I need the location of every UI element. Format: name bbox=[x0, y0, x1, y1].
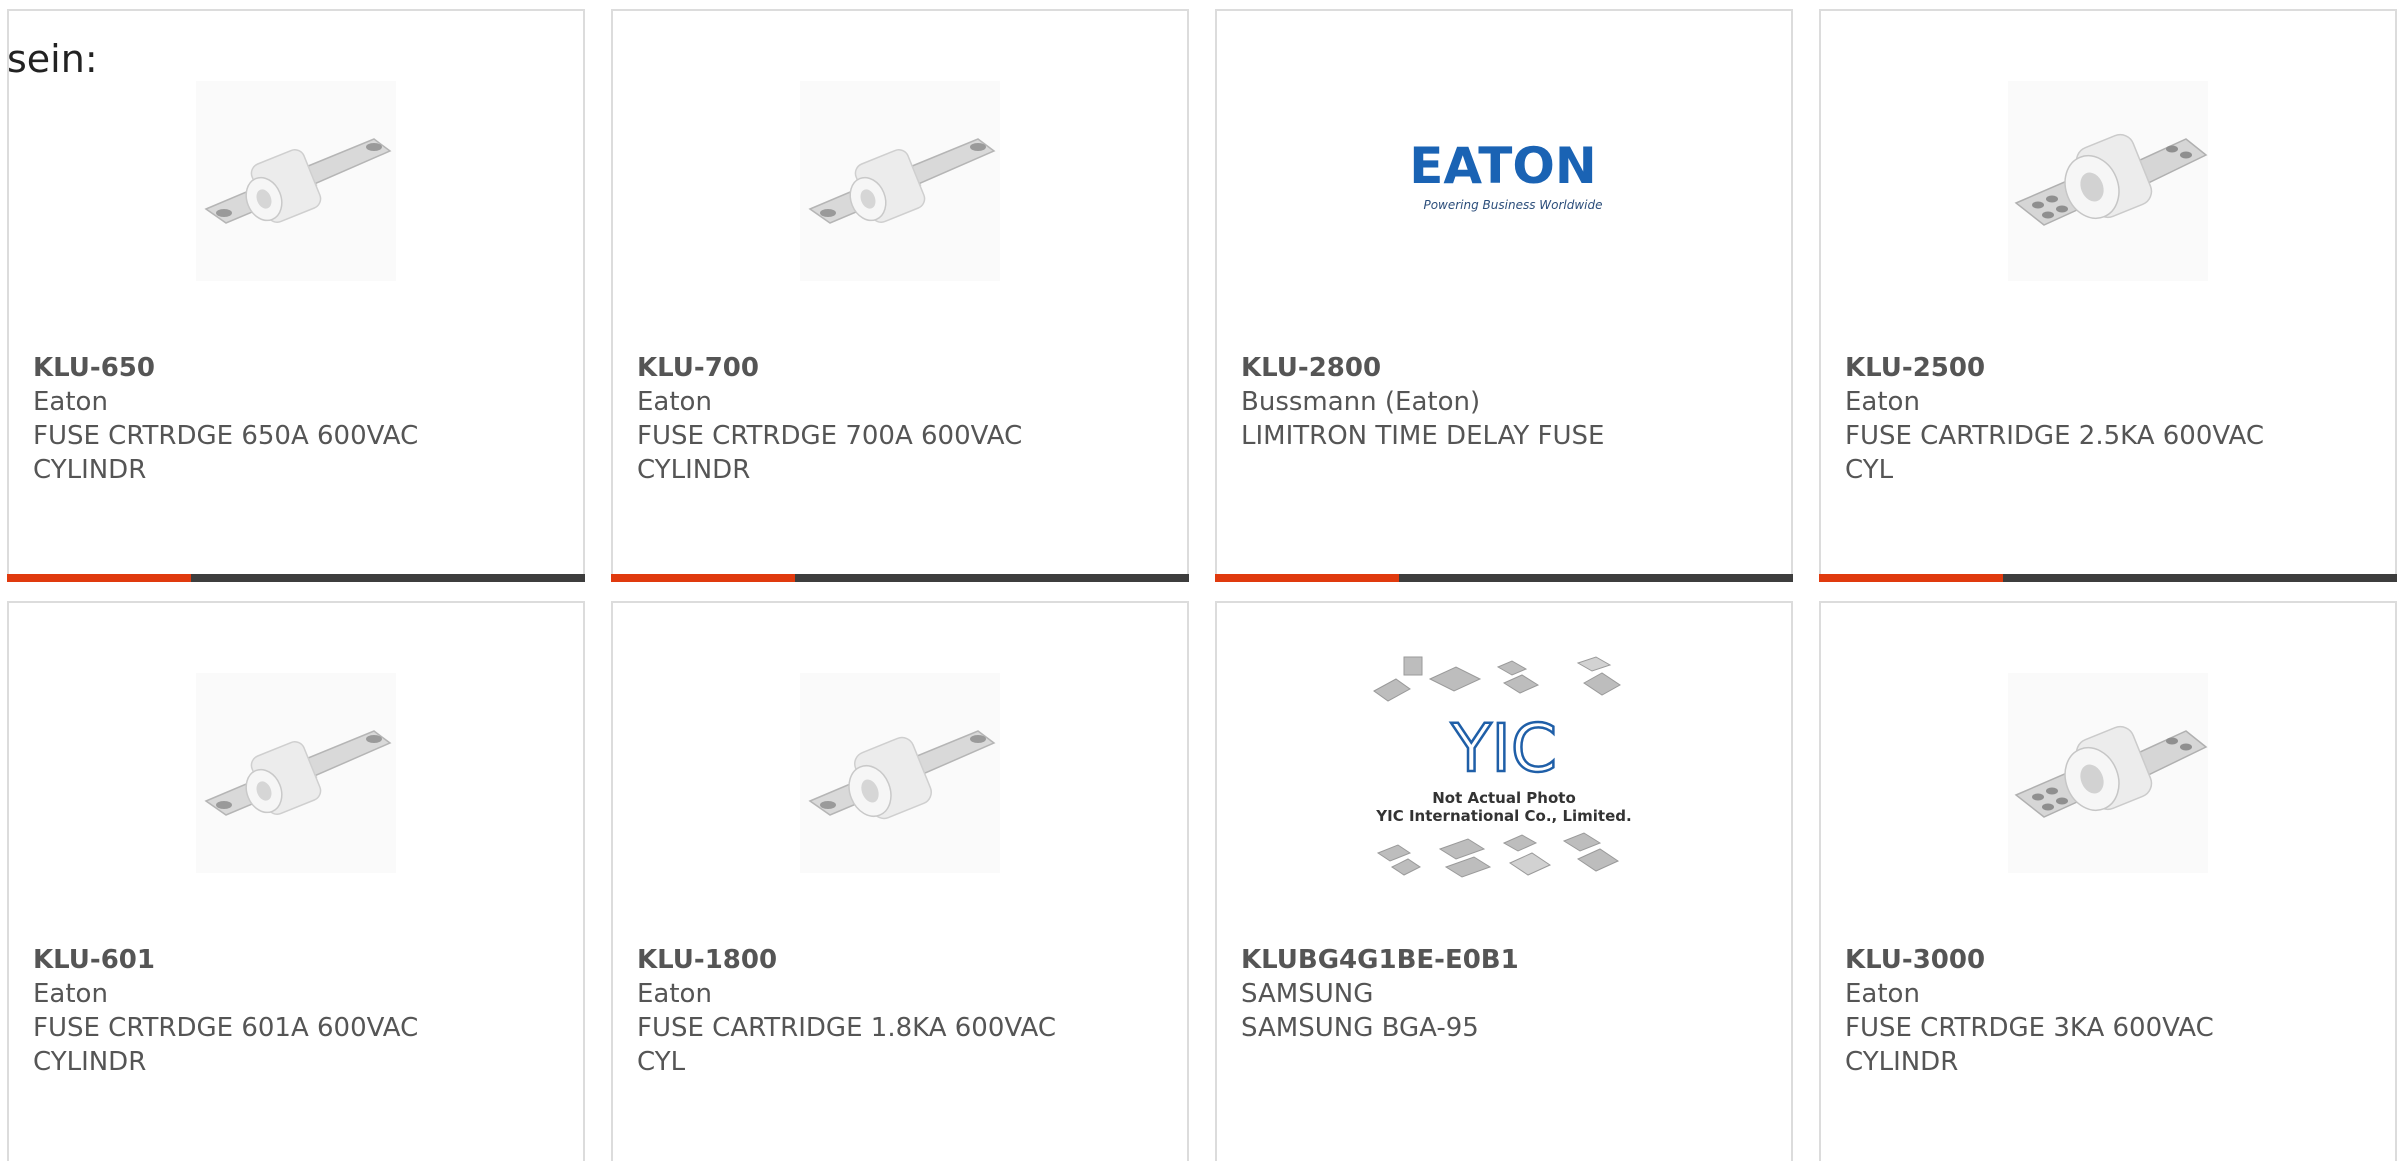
product-card[interactable]: KLU-700 Eaton FUSE CRTRDGE 700A 600VAC C… bbox=[611, 9, 1189, 582]
card-accent-bar bbox=[1215, 574, 1399, 582]
description: SAMSUNG BGA-95 bbox=[1241, 1013, 1479, 1043]
product-card[interactable]: YIC Not Actual Photo YIC International C… bbox=[1215, 601, 1793, 1161]
manufacturer: Eaton bbox=[33, 387, 108, 417]
product-image[interactable] bbox=[1821, 81, 2395, 281]
part-number-link[interactable]: KLU-3000 bbox=[1845, 943, 2371, 977]
part-number-link[interactable]: KLU-2800 bbox=[1241, 351, 1767, 385]
product-image[interactable] bbox=[9, 673, 583, 873]
description: FUSE CRTRDGE 700A 600VAC CYLINDR bbox=[637, 421, 1023, 485]
manufacturer: SAMSUNG bbox=[1241, 979, 1374, 1009]
product-info: KLU-601 Eaton FUSE CRTRDGE 601A 600VAC C… bbox=[33, 943, 559, 1079]
leading-text: sein: bbox=[7, 37, 98, 81]
product-info: KLU-650 Eaton FUSE CRTRDGE 650A 600VAC C… bbox=[33, 351, 559, 487]
product-image[interactable] bbox=[9, 81, 583, 281]
product-grid: KLU-650 Eaton FUSE CRTRDGE 650A 600VAC C… bbox=[7, 9, 2400, 1161]
card-accent-bar bbox=[7, 574, 191, 582]
product-image[interactable] bbox=[1821, 673, 2395, 873]
fuse-4hole-icon bbox=[2008, 81, 2208, 281]
fuse-2hole-icon bbox=[800, 673, 1000, 873]
fuse-2hole-icon bbox=[196, 81, 396, 281]
product-card[interactable]: KLU-601 Eaton FUSE CRTRDGE 601A 600VAC C… bbox=[7, 601, 585, 1161]
product-image[interactable]: YIC Not Actual Photo YIC International C… bbox=[1217, 656, 1791, 878]
eaton-logo: EATON Powering Business Worldwide bbox=[1409, 137, 1602, 212]
part-number-link[interactable]: KLU-1800 bbox=[637, 943, 1163, 977]
description: FUSE CARTRIDGE 2.5KA 600VAC CYL bbox=[1845, 421, 2264, 485]
part-number-link[interactable]: KLU-650 bbox=[33, 351, 559, 385]
part-number-link[interactable]: KLU-700 bbox=[637, 351, 1163, 385]
card-bottom-bar bbox=[611, 574, 1189, 582]
description: FUSE CARTRIDGE 1.8KA 600VAC CYL bbox=[637, 1013, 1056, 1077]
description: LIMITRON TIME DELAY FUSE bbox=[1241, 421, 1605, 451]
product-card[interactable]: EATON Powering Business Worldwide KLU-28… bbox=[1215, 9, 1793, 582]
svg-text:Not Actual Photo: Not Actual Photo bbox=[1432, 789, 1576, 807]
product-results-page: sein: KLU-650 Eaton FUSE CRTRDGE 650A 60… bbox=[0, 0, 2400, 1161]
fuse-2hole-icon bbox=[196, 673, 396, 873]
yic-placeholder-image: YIC Not Actual Photo YIC International C… bbox=[1373, 656, 1632, 878]
svg-text:YIC: YIC bbox=[1450, 710, 1557, 787]
svg-text:Powering Business Worldwide: Powering Business Worldwide bbox=[1423, 198, 1602, 212]
svg-text:YIC International Co., Limited: YIC International Co., Limited. bbox=[1375, 807, 1631, 825]
card-accent-bar bbox=[1819, 574, 2003, 582]
manufacturer: Eaton bbox=[637, 979, 712, 1009]
part-number-link[interactable]: KLU-601 bbox=[33, 943, 559, 977]
manufacturer: Eaton bbox=[1845, 387, 1920, 417]
product-info: KLU-700 Eaton FUSE CRTRDGE 700A 600VAC C… bbox=[637, 351, 1163, 487]
part-number-link[interactable]: KLU-2500 bbox=[1845, 351, 2371, 385]
manufacturer: Eaton bbox=[33, 979, 108, 1009]
product-image[interactable] bbox=[613, 673, 1187, 873]
description: FUSE CRTRDGE 601A 600VAC CYLINDR bbox=[33, 1013, 419, 1077]
svg-text:EATON: EATON bbox=[1409, 137, 1596, 195]
card-accent-bar bbox=[611, 574, 795, 582]
product-card[interactable]: KLU-650 Eaton FUSE CRTRDGE 650A 600VAC C… bbox=[7, 9, 585, 582]
card-bottom-bar bbox=[1819, 574, 2397, 582]
description: FUSE CRTRDGE 650A 600VAC CYLINDR bbox=[33, 421, 419, 485]
product-info: KLU-2500 Eaton FUSE CARTRIDGE 2.5KA 600V… bbox=[1845, 351, 2371, 487]
product-card[interactable]: KLU-1800 Eaton FUSE CARTRIDGE 1.8KA 600V… bbox=[611, 601, 1189, 1161]
product-info: KLU-3000 Eaton FUSE CRTRDGE 3KA 600VAC C… bbox=[1845, 943, 2371, 1079]
product-info: KLU-2800 Bussmann (Eaton) LIMITRON TIME … bbox=[1241, 351, 1767, 453]
product-card[interactable]: KLU-3000 Eaton FUSE CRTRDGE 3KA 600VAC C… bbox=[1819, 601, 2397, 1161]
product-info: KLU-1800 Eaton FUSE CARTRIDGE 1.8KA 600V… bbox=[637, 943, 1163, 1079]
manufacturer: Eaton bbox=[637, 387, 712, 417]
product-image[interactable]: EATON Powering Business Worldwide bbox=[1217, 81, 1791, 281]
fuse-2hole-icon bbox=[800, 81, 1000, 281]
card-bottom-bar bbox=[7, 574, 585, 582]
fuse-4hole-icon bbox=[2008, 673, 2208, 873]
manufacturer: Eaton bbox=[1845, 979, 1920, 1009]
part-number-link[interactable]: KLUBG4G1BE-E0B1 bbox=[1241, 943, 1767, 977]
manufacturer: Bussmann (Eaton) bbox=[1241, 387, 1481, 417]
product-image[interactable] bbox=[613, 81, 1187, 281]
product-info: KLUBG4G1BE-E0B1 SAMSUNG SAMSUNG BGA-95 bbox=[1241, 943, 1767, 1045]
description: FUSE CRTRDGE 3KA 600VAC CYLINDR bbox=[1845, 1013, 2214, 1077]
product-card[interactable]: KLU-2500 Eaton FUSE CARTRIDGE 2.5KA 600V… bbox=[1819, 9, 2397, 582]
card-bottom-bar bbox=[1215, 574, 1793, 582]
